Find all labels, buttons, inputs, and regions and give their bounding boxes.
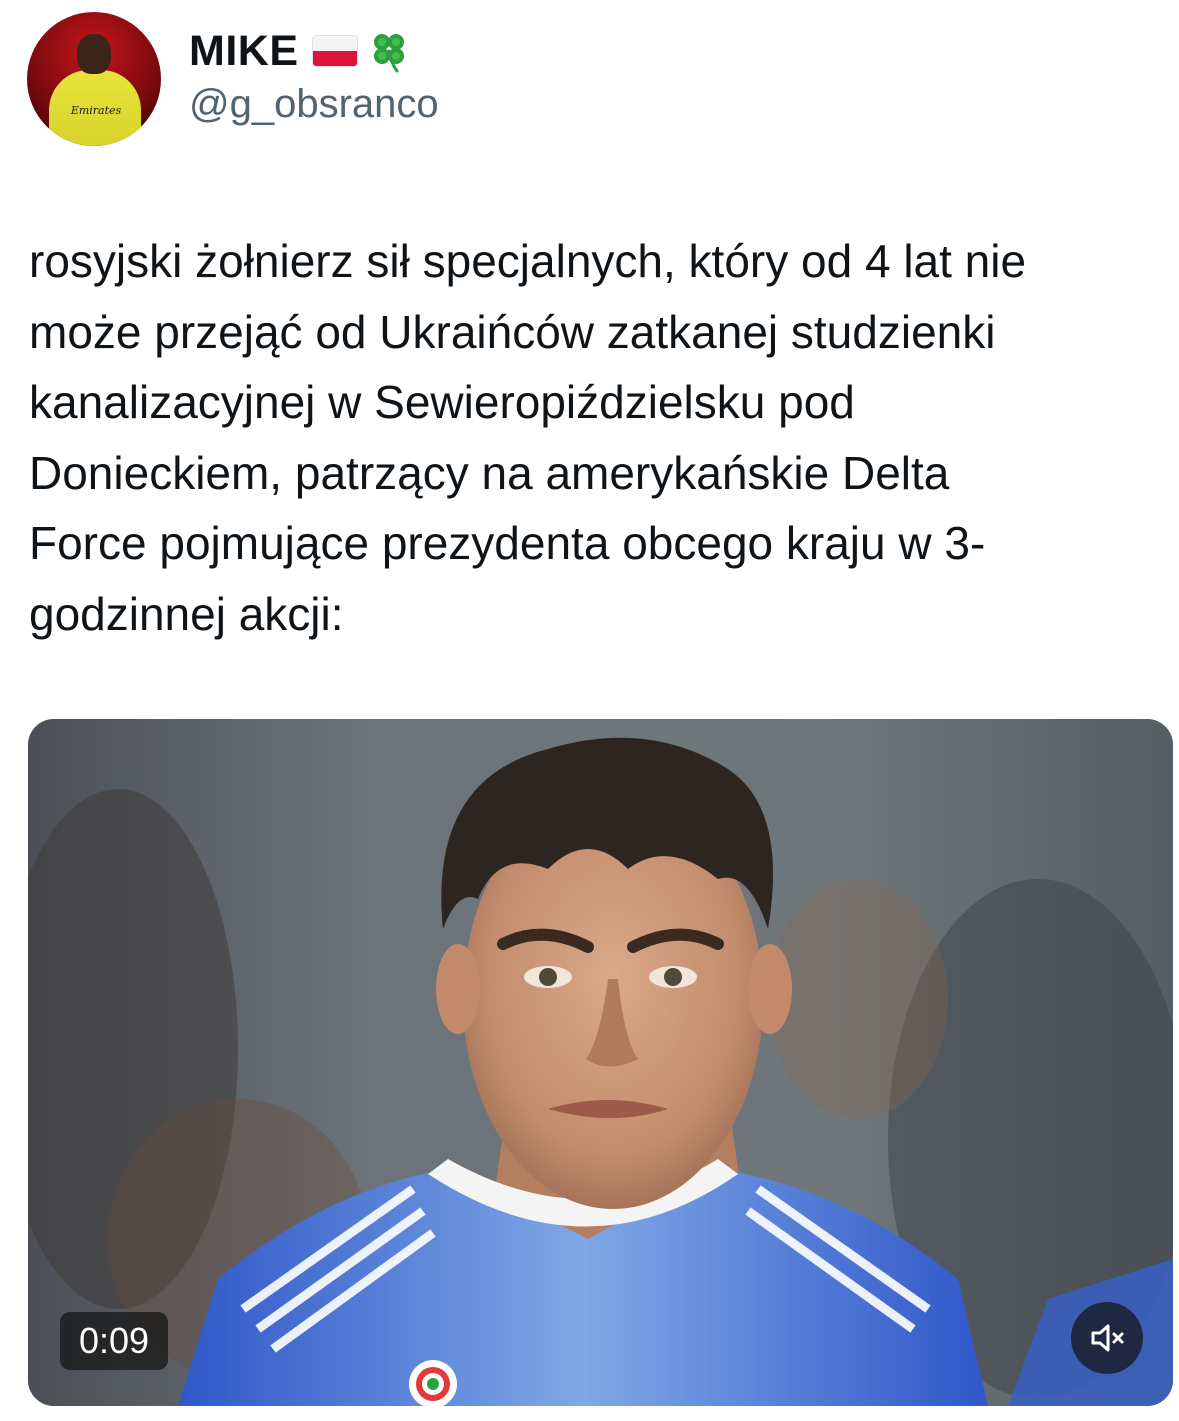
avatar-jersey-text: Emirates: [70, 104, 122, 117]
author-name-row: MIKE: [189, 26, 411, 76]
video-duration: 0:09: [60, 1312, 168, 1370]
display-name[interactable]: MIKE: [189, 27, 299, 76]
speaker-muted-icon: [1091, 1324, 1124, 1352]
tweet-text: rosyjski żołnierz sił specjalnych, który…: [29, 235, 1027, 640]
avatar-head: [77, 34, 111, 74]
avatar[interactable]: Emirates: [27, 12, 161, 146]
video-player[interactable]: [28, 719, 1173, 1406]
author-handle[interactable]: @g_obsranco: [189, 82, 439, 127]
poland-flag-icon: [312, 36, 357, 66]
four-leaf-clover-icon: [373, 34, 404, 73]
video-frame: [28, 719, 1173, 1406]
mute-button[interactable]: [1071, 1302, 1143, 1374]
